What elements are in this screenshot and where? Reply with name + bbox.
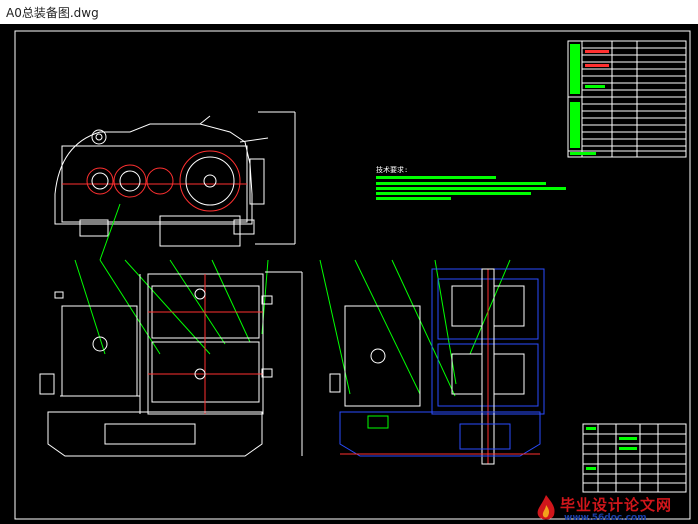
drawing-canvas[interactable]: 技术要求: bbox=[0, 24, 698, 524]
site-watermark: 毕业设计论文网 www.56doc.com bbox=[532, 493, 698, 524]
tech-notes-block bbox=[376, 176, 566, 200]
plan-view-left bbox=[39, 271, 303, 457]
watermark-text: 毕业设计论文网 bbox=[560, 496, 673, 514]
title-block bbox=[582, 423, 687, 493]
section-view-right bbox=[329, 268, 545, 465]
window-title: A0总装备图.dwg bbox=[6, 6, 99, 20]
tech-notes-title: 技术要求: bbox=[376, 166, 409, 174]
watermark-site: www.56doc.com bbox=[564, 513, 647, 523]
gearbox-elevation-view bbox=[54, 111, 296, 247]
flame-logo-icon bbox=[537, 495, 555, 520]
cad-drawing bbox=[14, 30, 691, 520]
parameter-table bbox=[567, 40, 687, 158]
window-titlebar: A0总装备图.dwg bbox=[0, 0, 698, 24]
